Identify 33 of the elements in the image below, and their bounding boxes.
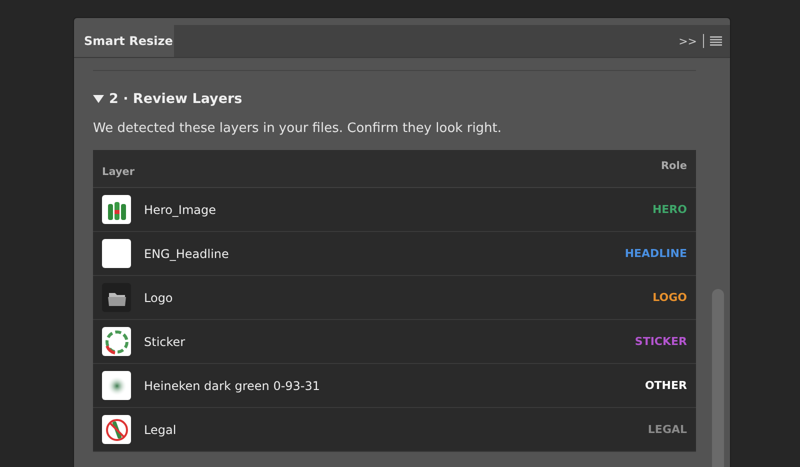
- panel-tab[interactable]: Smart Resize: [74, 25, 174, 57]
- role-label: OTHER: [644, 379, 687, 392]
- menu-icon[interactable]: [710, 36, 722, 46]
- section-description: We detected these layers in your files. Confirm they look right.: [93, 121, 503, 136]
- layer-name: ENG_Headline: [144, 246, 229, 260]
- layer-name: Hero_Image: [144, 202, 216, 216]
- column-header: Role: [660, 160, 687, 172]
- section-title: 2 · Review Layers: [109, 91, 242, 107]
- role-label: STICKER: [634, 335, 687, 348]
- layer-thumbnail: [102, 415, 131, 444]
- scrollbar-thumb[interactable]: [712, 289, 724, 467]
- layer-name: Legal: [144, 422, 176, 436]
- layer-name: Logo: [144, 290, 173, 304]
- layer-row[interactable]: Logo LOGO: [93, 276, 696, 320]
- layer-row[interactable]: Hero_Image HERO: [93, 188, 696, 232]
- role-label: LOGO: [652, 291, 687, 304]
- layer-thumbnail: [102, 371, 131, 400]
- role-label: LEGAL: [648, 423, 687, 436]
- layer-name: Heineken dark green 0-93-31: [144, 378, 320, 392]
- layer-thumbnail: [102, 283, 131, 312]
- layer-thumbnail: [102, 195, 131, 224]
- collapse-triangle-icon[interactable]: [93, 95, 104, 103]
- layer-thumbnail: [102, 239, 131, 268]
- layer-row[interactable]: Heineken dark green 0-93-31 OTHER: [93, 364, 696, 408]
- role-label: HERO: [652, 203, 687, 216]
- layer-thumbnail: [102, 327, 131, 356]
- layer-row[interactable]: ENG_Headline HEADLINE: [93, 232, 696, 276]
- column-header: Layer: [102, 166, 135, 178]
- layer-name: Sticker: [144, 334, 186, 348]
- layer-row[interactable]: Sticker STICKER: [93, 320, 696, 364]
- expand-button[interactable]: >>: [678, 34, 697, 48]
- layer-row[interactable]: Legal LEGAL: [93, 408, 696, 452]
- role-label: HEADLINE: [624, 247, 687, 260]
